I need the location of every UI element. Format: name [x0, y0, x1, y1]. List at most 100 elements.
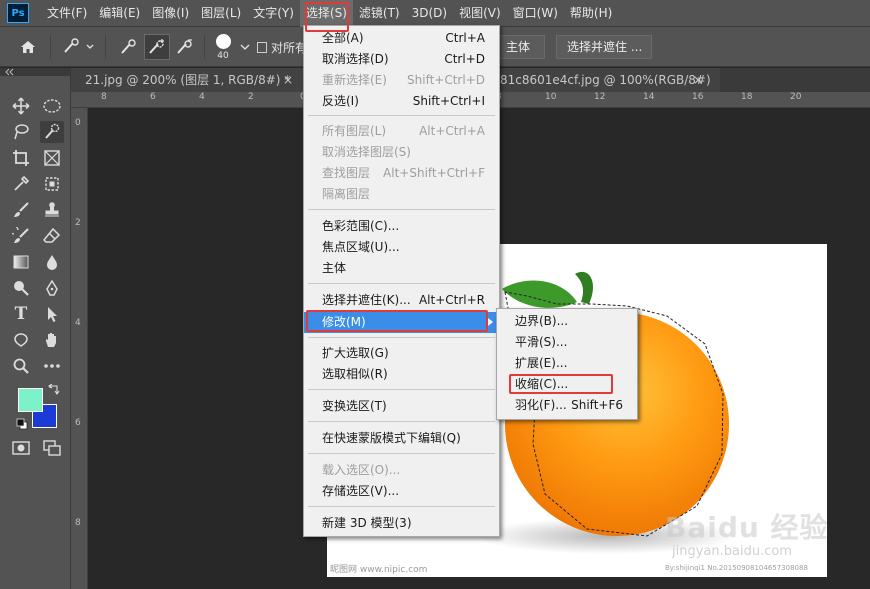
menu-separator — [308, 453, 495, 454]
menu-item-load-selection[interactable]: 载入选区(O)... — [304, 460, 499, 481]
sample-all-layers-option[interactable]: 对所有 — [257, 34, 307, 60]
crop-tool[interactable] — [9, 147, 33, 169]
menu-view[interactable]: 视图(V) — [453, 0, 507, 27]
quick-selection-tool[interactable] — [40, 121, 64, 143]
menu-item-select-all[interactable]: 全部(A) Ctrl+A — [304, 28, 499, 49]
gradient-tool[interactable] — [9, 251, 33, 273]
home-button[interactable] — [14, 34, 42, 60]
menu-item-isolate-layers[interactable]: 隔离图层 — [304, 184, 499, 205]
menu-item-modify[interactable]: 修改(M) — [304, 312, 499, 333]
menu-item-subject[interactable]: 主体 — [304, 258, 499, 279]
menu-3d[interactable]: 3D(D) — [406, 0, 453, 27]
lasso-tool[interactable] — [9, 121, 33, 143]
brush-size-value: 40 — [217, 50, 229, 61]
foreground-color-swatch[interactable] — [18, 388, 43, 412]
brush-size-picker[interactable]: 40 — [210, 31, 236, 63]
menu-item-reselect[interactable]: 重新选择(E) Shift+Ctrl+D — [304, 70, 499, 91]
baidu-watermark-url: jingyan.baidu.com — [672, 544, 792, 559]
menu-item-inverse[interactable]: 反选(I) Shift+Ctrl+I — [304, 91, 499, 112]
ruler-label: 2 — [75, 218, 81, 228]
submenu-item-border[interactable]: 边界(B)... — [497, 311, 637, 332]
submenu-item-feather[interactable]: 羽化(F)... Shift+F6 — [497, 395, 637, 416]
menu-item-deselect-layers[interactable]: 取消选择图层(S) — [304, 142, 499, 163]
submenu-item-contract[interactable]: 收缩(C)... — [497, 374, 637, 395]
menu-help[interactable]: 帮助(H) — [564, 0, 618, 27]
zoom-tool[interactable] — [9, 355, 33, 377]
menu-item-label: 查找图层 — [322, 166, 371, 180]
menu-separator — [308, 421, 495, 422]
document-tab-2[interactable]: 81c8601e4cf.jpg @ 100%(RGB/8#) × — [500, 68, 720, 92]
menu-item-color-range[interactable]: 色彩范围(C)... — [304, 216, 499, 237]
eraser-tool[interactable] — [40, 225, 64, 247]
eyedropper-tool[interactable] — [9, 173, 33, 195]
menu-item-shortcut: Alt+Ctrl+A — [419, 124, 485, 138]
menu-item-deselect[interactable]: 取消选择(D) Ctrl+D — [304, 49, 499, 70]
toolbar-grip[interactable] — [0, 68, 71, 76]
select-subject-button[interactable]: 主体 — [495, 35, 545, 59]
menu-item-grow[interactable]: 扩大选取(G) — [304, 343, 499, 364]
history-brush-tool[interactable] — [9, 225, 33, 247]
default-colors-icon[interactable] — [16, 418, 28, 430]
menu-edit[interactable]: 编辑(E) — [93, 0, 146, 27]
marquee-tool[interactable] — [40, 95, 64, 117]
custom-shape-tool[interactable] — [9, 329, 33, 351]
menu-bar: Ps 文件(F) 编辑(E) 图像(I) 图层(L) 文字(Y) 选择(S) 滤… — [0, 0, 870, 27]
move-tool[interactable] — [9, 95, 33, 117]
brush-size-dropdown-button[interactable] — [238, 34, 252, 60]
ruler-label: 20 — [790, 92, 802, 102]
water-drop-icon — [47, 255, 57, 270]
menu-item-quick-mask[interactable]: 在快速蒙版模式下编辑(Q) — [304, 428, 499, 449]
menu-item-shortcut: Alt+Ctrl+R — [418, 293, 485, 307]
pen-tool[interactable] — [40, 277, 64, 299]
menu-image[interactable]: 图像(I) — [146, 0, 195, 27]
screen-mode-icon — [43, 440, 61, 456]
type-tool[interactable]: T — [9, 303, 33, 325]
document-tab-2-label: 81c8601e4cf.jpg @ 100%(RGB/8#) — [500, 73, 711, 87]
menu-layer[interactable]: 图层(L) — [195, 0, 247, 27]
menu-item-focus-area[interactable]: 焦点区域(U)... — [304, 237, 499, 258]
close-icon[interactable]: × — [283, 68, 293, 92]
menu-filter[interactable]: 滤镜(T) — [353, 0, 406, 27]
menu-separator — [308, 115, 495, 116]
quick-mask-button[interactable] — [9, 437, 33, 459]
document-tab-1[interactable]: 21.jpg @ 200% (图层 1, RGB/8#) * × — [71, 68, 303, 92]
submenu-item-smooth[interactable]: 平滑(S)... — [497, 332, 637, 353]
stamp-icon — [45, 202, 59, 217]
menu-item-find-layers[interactable]: 查找图层 Alt+Shift+Ctrl+F — [304, 163, 499, 184]
path-selection-tool[interactable] — [40, 303, 64, 325]
menu-item-all-layers[interactable]: 所有图层(L) Alt+Ctrl+A — [304, 121, 499, 142]
sample-all-layers-checkbox[interactable] — [257, 41, 267, 53]
menu-select[interactable]: 选择(S) — [299, 0, 353, 27]
dodge-tool[interactable] — [9, 277, 33, 299]
new-selection-button[interactable] — [116, 34, 142, 60]
menu-item-label: 取消选择图层(S) — [322, 145, 411, 159]
add-to-selection-button[interactable] — [144, 34, 170, 60]
frame-tool[interactable] — [40, 147, 64, 169]
subtract-from-selection-button[interactable] — [172, 34, 198, 60]
swap-colors-icon[interactable] — [48, 383, 60, 396]
menu-type[interactable]: 文字(Y) — [247, 0, 300, 27]
object-selection-icon — [45, 177, 59, 191]
menu-separator — [308, 337, 495, 338]
brush-tool[interactable] — [9, 199, 33, 221]
menu-item-save-selection[interactable]: 存储选区(V)... — [304, 481, 499, 502]
hand-tool[interactable] — [40, 329, 64, 351]
tools-panel: T — [0, 68, 71, 589]
tool-preset-picker[interactable] — [58, 34, 98, 60]
screen-mode-button[interactable] — [40, 437, 64, 459]
quick-selection-icon — [64, 38, 94, 53]
menu-file[interactable]: 文件(F) — [41, 0, 93, 27]
object-selection-tool[interactable] — [40, 173, 64, 195]
menu-item-label: 载入选区(O)... — [322, 463, 401, 477]
blur-tool[interactable] — [40, 251, 64, 273]
menu-item-new-3d-model[interactable]: 新建 3D 模型(3) — [304, 513, 499, 534]
submenu-item-expand[interactable]: 扩展(E)... — [497, 353, 637, 374]
menu-item-select-and-mask[interactable]: 选择并遮住(K)... Alt+Ctrl+R — [304, 290, 499, 311]
close-icon[interactable]: × — [693, 68, 703, 92]
clone-stamp-tool[interactable] — [40, 199, 64, 221]
menu-item-transform-selection[interactable]: 变换选区(T) — [304, 396, 499, 417]
menu-item-similar[interactable]: 选取相似(R) — [304, 364, 499, 385]
select-and-mask-button[interactable]: 选择并遮住 ... — [556, 35, 652, 59]
menu-window[interactable]: 窗口(W) — [507, 0, 564, 27]
edit-toolbar-button[interactable] — [40, 355, 64, 377]
